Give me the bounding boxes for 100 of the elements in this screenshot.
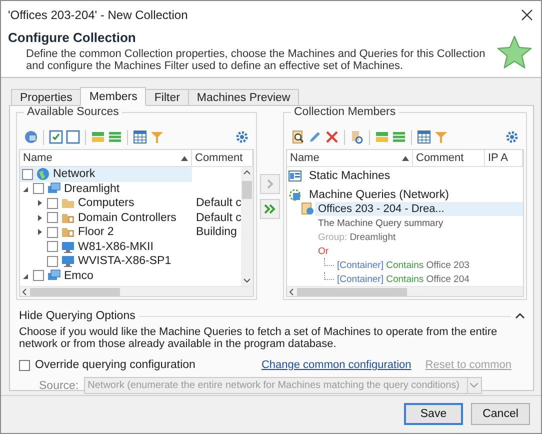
tree-row[interactable]: WVISTA-X86-SP1 <box>20 254 192 268</box>
change-config-link[interactable]: Change common configuration <box>261 359 412 371</box>
refresh-icon[interactable] <box>350 130 364 144</box>
condition-text: [Container] Contains Office 204 <box>337 272 470 286</box>
add-all-button[interactable] <box>260 199 280 219</box>
cancel-button[interactable]: Cancel <box>471 402 530 424</box>
horizontal-scrollbar[interactable] <box>20 286 253 296</box>
query-icon <box>301 202 315 216</box>
globe-icon <box>36 167 50 182</box>
folder-icon <box>61 225 75 240</box>
operator-text: Or <box>318 244 330 258</box>
tab[interactable]: Filter <box>145 89 189 106</box>
folder-icon <box>61 196 75 210</box>
node-label: Computers <box>78 197 134 210</box>
settings-icon[interactable] <box>505 130 519 144</box>
group-title: Collection Members <box>291 106 399 118</box>
section-title[interactable]: Hide Querying Options <box>19 310 136 322</box>
delete-icon[interactable] <box>325 130 339 144</box>
source-label: Source: <box>39 380 79 392</box>
node-label: WVISTA-X86-SP1 <box>78 255 172 268</box>
save-button[interactable]: Save <box>404 402 463 424</box>
tab[interactable]: Members <box>80 87 146 106</box>
layout-icon[interactable] <box>375 130 389 144</box>
node-label: Emco <box>64 270 94 282</box>
tab[interactable]: Machines Preview <box>188 89 300 106</box>
tree-row[interactable]: Computers <box>20 196 192 210</box>
table-icon[interactable] <box>417 130 431 144</box>
layout-icon[interactable] <box>91 130 105 144</box>
chevron-icon <box>265 179 275 189</box>
collapse-icon[interactable] <box>22 184 30 193</box>
column-header[interactable]: Comment <box>192 150 253 166</box>
query-icon <box>288 188 302 202</box>
node-label: Network <box>53 168 96 180</box>
tree-row[interactable]: Dreamlight <box>20 182 192 196</box>
tree-row[interactable]: Offices 203 - 204 - Drea... <box>315 202 523 216</box>
group-text: Group: Dreamlight <box>318 230 397 244</box>
checkbox[interactable] <box>47 198 58 209</box>
tab[interactable]: Properties <box>11 89 82 106</box>
network-computer-icon[interactable] <box>24 130 38 144</box>
checkbox[interactable] <box>33 183 44 194</box>
column-header[interactable]: Name <box>20 150 192 166</box>
connector-line <box>324 258 334 266</box>
checkbox[interactable] <box>47 226 58 238</box>
checkbox[interactable] <box>47 241 58 252</box>
connector-line <box>324 272 334 280</box>
vertical-scrollbar[interactable] <box>241 167 253 286</box>
table-icon[interactable] <box>133 130 147 144</box>
node-label: Domain Controllers <box>78 212 176 224</box>
node-label: W81-X86-MKII <box>78 240 154 253</box>
column-header[interactable]: IP A <box>485 150 523 166</box>
window-title: 'Offices 203-204' - New Collection <box>8 8 188 22</box>
sort-icon <box>181 156 188 160</box>
node-label: Dreamlight <box>64 182 120 195</box>
checkbox[interactable] <box>33 270 44 282</box>
scroll-thumb[interactable] <box>297 288 407 296</box>
settings-icon[interactable] <box>235 130 249 144</box>
checkbox[interactable] <box>22 168 33 180</box>
tree-row[interactable]: Network <box>20 167 192 182</box>
node-label[interactable]: Machine Queries (Network) <box>309 189 449 201</box>
filter-icon[interactable] <box>434 130 448 144</box>
search-icon[interactable] <box>291 130 305 144</box>
check-all-icon[interactable] <box>49 130 63 144</box>
dialog-heading: Configure Collection <box>8 30 137 45</box>
dialog-description: Define the common Collection properties, choose the Machines and Queries for this Collection and configure the Machines Filter used to define an effective set of Machines. <box>26 48 486 72</box>
monitor-icon <box>61 240 75 254</box>
checkbox-label[interactable]: Override querying configuration <box>35 359 196 371</box>
tree-row[interactable]: Floor 2 <box>20 225 192 240</box>
rows-icon[interactable] <box>108 130 122 144</box>
tree-row[interactable]: Emco <box>20 268 192 283</box>
scroll-thumb[interactable] <box>30 288 120 296</box>
caret-icon <box>470 383 478 388</box>
tree-row[interactable]: Domain Controllers <box>20 210 192 225</box>
options-description: Choose if you would like the Machine Queries to fetch a set of Machines to operate from the entire network or from those already available in the program database. <box>19 326 498 350</box>
node-label[interactable]: Static Machines <box>309 170 390 182</box>
sort-icon <box>402 156 409 160</box>
filter-icon[interactable] <box>150 130 164 144</box>
group-title: Available Sources <box>24 106 122 118</box>
close-icon[interactable] <box>521 8 533 20</box>
scroll-thumb[interactable] <box>242 181 252 199</box>
override-checkbox[interactable] <box>19 360 30 370</box>
collapse-icon[interactable] <box>22 272 30 280</box>
column-header[interactable]: Name <box>287 150 413 166</box>
checkbox[interactable] <box>47 212 58 224</box>
summary-title: The Machine Query summary <box>318 216 444 230</box>
comment-cell-text: Default c <box>195 212 242 224</box>
rows-icon[interactable] <box>392 130 406 144</box>
comment-cell-text: Default c <box>195 197 242 210</box>
checkbox[interactable] <box>47 256 58 267</box>
tree-row[interactable]: W81-X86-MKII <box>20 240 192 254</box>
node-label: Floor 2 <box>78 226 114 238</box>
horizontal-scrollbar[interactable] <box>287 286 523 296</box>
column-header[interactable]: Comment <box>413 150 485 166</box>
uncheck-all-icon[interactable] <box>66 130 80 144</box>
computers-icon <box>47 182 61 196</box>
condition-text: [Container] Contains Office 203 <box>337 258 470 272</box>
comment-cell-text: Building <box>195 226 237 238</box>
monitor-icon <box>61 254 75 268</box>
computers-icon <box>47 268 61 283</box>
collapse-icon[interactable] <box>515 312 525 320</box>
double-chevron-icon <box>264 204 276 214</box>
